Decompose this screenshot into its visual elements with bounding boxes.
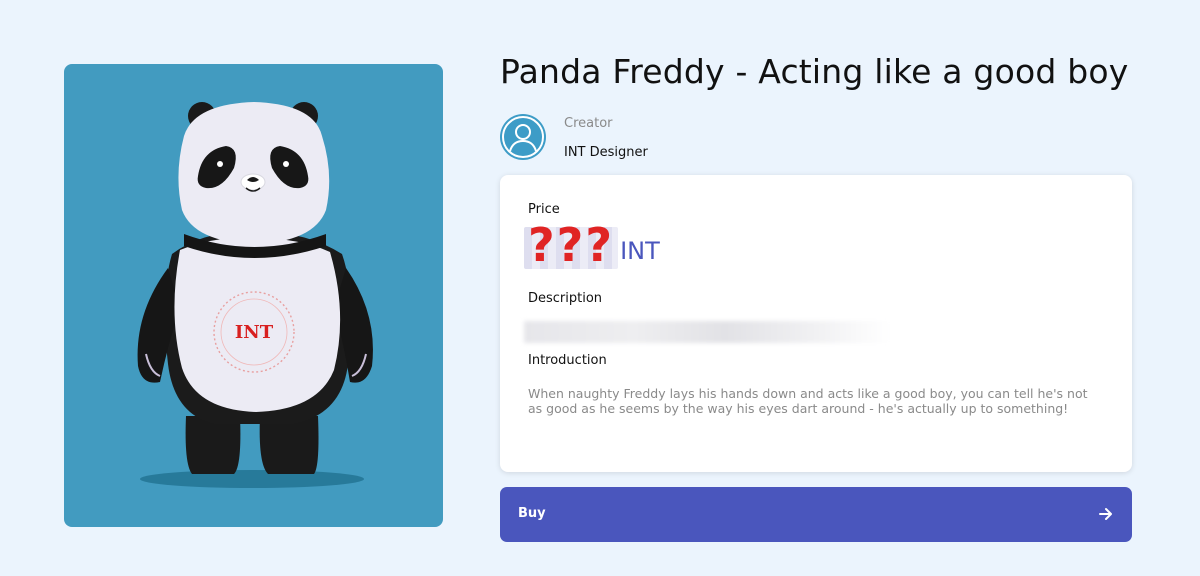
description-text-redacted bbox=[524, 321, 890, 343]
belly-logo-text: INT bbox=[235, 322, 274, 343]
creator-label: Creator bbox=[564, 116, 613, 131]
price-currency: INT bbox=[620, 237, 660, 265]
arrow-right-icon bbox=[1098, 506, 1114, 522]
buy-button[interactable]: Buy bbox=[500, 487, 1132, 542]
introduction-text: When naughty Freddy lays his hands down … bbox=[528, 386, 1088, 416]
introduction-label: Introduction bbox=[528, 353, 607, 368]
price-value: ??? bbox=[524, 219, 619, 271]
product-artwork: INT bbox=[64, 64, 443, 527]
buy-button-label: Buy bbox=[518, 506, 546, 521]
panda-illustration: INT bbox=[137, 102, 373, 488]
product-info-card: Price ??? INT Description Introduction W… bbox=[500, 175, 1132, 472]
description-label: Description bbox=[528, 291, 603, 306]
price-row: ??? INT bbox=[524, 219, 660, 271]
price-label: Price bbox=[528, 202, 560, 217]
user-avatar-icon[interactable] bbox=[500, 114, 546, 160]
creator-name[interactable]: INT Designer bbox=[564, 145, 648, 160]
page-title: Panda Freddy - Acting like a good boy bbox=[500, 52, 1129, 91]
